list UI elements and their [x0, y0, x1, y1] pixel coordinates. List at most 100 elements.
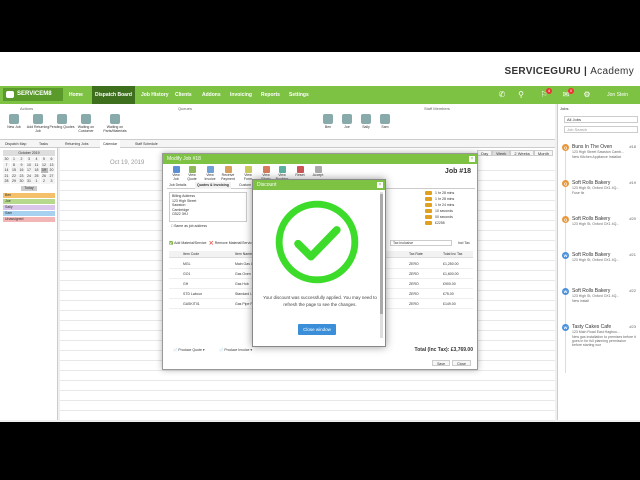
modal-tool-reset[interactable]: Reset: [293, 166, 307, 177]
dialog-close-icon[interactable]: ×: [377, 182, 383, 188]
tab-quotes-invoicing[interactable]: Quotes & Invoicing: [195, 182, 231, 189]
staff-legend-item[interactable]: Joe: [3, 199, 55, 204]
chat-icon[interactable]: ✉ 0: [561, 88, 574, 100]
staff-legend-item[interactable]: Unassigned: [3, 217, 55, 222]
calendar-day[interactable]: 5: [40, 157, 48, 162]
billing-address[interactable]: Billing Address 123 High Street Sawston …: [169, 192, 247, 222]
tab-job-details[interactable]: Job Details: [167, 182, 188, 189]
job-list-item[interactable]: W Soft Rolls Bakery #21 123 High St, Oxford…: [562, 252, 638, 282]
calendar-day[interactable]: 3: [48, 179, 55, 184]
calendar-day[interactable]: 15: [10, 168, 18, 173]
close-button[interactable]: Close: [452, 360, 471, 366]
calendar-day[interactable]: 13: [48, 162, 55, 168]
calendar-day[interactable]: 28: [3, 179, 10, 184]
view-month-button[interactable]: Month: [533, 150, 553, 156]
calendar-day[interactable]: 6: [48, 157, 55, 162]
job-list-item[interactable]: Q Soft Rolls Bakery #20 123 High St, Oxford…: [562, 216, 638, 246]
staff-legend-item[interactable]: Ben: [3, 193, 55, 198]
staff-sam[interactable]: Sam: [371, 114, 399, 129]
tab-returning-jobs[interactable]: Returning Jobs: [62, 140, 92, 148]
calendar-day[interactable]: 23: [18, 173, 25, 179]
job-list-item[interactable]: Q Soft Rolls Bakery #19 123 High St, Oxford…: [562, 180, 638, 210]
user-name[interactable]: Jon Stein: [607, 86, 628, 104]
calendar-day[interactable]: 8: [10, 162, 18, 168]
nav-item-settings[interactable]: Settings: [286, 86, 312, 104]
calendar-day[interactable]: 18: [33, 168, 40, 173]
close-window-button[interactable]: Close window: [298, 324, 336, 335]
tab-staff-schedule[interactable]: Staff Schedule: [132, 140, 161, 148]
nav-item-reports[interactable]: Reports: [258, 86, 283, 104]
job-list-item[interactable]: W Soft Rolls Bakery #22 123 High St, Oxford…: [562, 288, 638, 318]
calendar-day[interactable]: 30: [3, 157, 10, 162]
tax-select[interactable]: Tax Inclusive: [390, 240, 452, 246]
app-logo[interactable]: SERVICEM8: [3, 88, 63, 101]
phone-icon[interactable]: ✆: [497, 90, 507, 100]
job-search-input[interactable]: Job Search: [564, 126, 638, 133]
staff-legend-item[interactable]: Sam: [3, 211, 55, 216]
nav-item-clients[interactable]: Clients: [172, 86, 195, 104]
modal-tool-view-quote[interactable]: View Quote: [185, 166, 199, 181]
staff-legend-item[interactable]: Sally: [3, 205, 55, 210]
scroll-thumb[interactable]: [380, 194, 383, 314]
calendar-day[interactable]: 4: [33, 157, 40, 162]
calendar-day[interactable]: 10: [25, 162, 33, 168]
folder-icon: [81, 114, 91, 124]
gear-icon[interactable]: ⚙: [582, 90, 592, 100]
add-material-button[interactable]: ✅ Add Material/Service: [169, 241, 206, 245]
calendar-day[interactable]: 24: [25, 173, 33, 179]
modal-tool-view-invoice[interactable]: View Invoice: [203, 166, 217, 181]
job-list-item[interactable]: Q Buns In The Oven #18 123 High Street Saws…: [562, 144, 638, 174]
calendar-day[interactable]: 31: [25, 179, 33, 184]
calendar-day[interactable]: 11: [33, 162, 40, 168]
view-2weeks-button[interactable]: 2 Weeks: [510, 150, 534, 156]
produce-invoice-button[interactable]: 📄 Produce Invoice ▾: [219, 348, 252, 352]
calendar-day[interactable]: 20: [48, 168, 55, 173]
remove-material-button[interactable]: ❌ Remove Material/Service: [209, 241, 253, 245]
calendar-day[interactable]: 30: [18, 179, 25, 184]
modal-tool-view-job[interactable]: View Job: [169, 166, 183, 181]
modal-tool-receive-payment[interactable]: Receive Payment: [221, 166, 235, 181]
job-list-item[interactable]: W Tasty Cakes Cafe #23 123 Main Road East H…: [562, 324, 638, 354]
nav-item-dispatch-board[interactable]: Dispatch Board: [92, 86, 135, 104]
nav-item-home[interactable]: Home: [66, 86, 86, 104]
today-button[interactable]: Today: [21, 186, 37, 191]
modal-close-icon[interactable]: ×: [469, 156, 475, 162]
calendar-day[interactable]: 2: [40, 179, 48, 184]
calendar-day[interactable]: 14: [3, 168, 10, 173]
calendar-day[interactable]: 25: [33, 173, 40, 179]
produce-quote-button[interactable]: 📄 Produce Quote ▾: [173, 348, 205, 352]
calendar-day[interactable]: 29: [10, 179, 18, 184]
calendar-day[interactable]: 17: [25, 168, 33, 173]
nav-item-invoicing[interactable]: Invoicing: [227, 86, 255, 104]
bell-icon[interactable]: ⚐ 4: [539, 88, 552, 100]
calendar-day[interactable]: 1: [33, 179, 40, 184]
calendar-day[interactable]: 22: [10, 173, 18, 179]
jobs-filter-select[interactable]: All Jobs: [564, 116, 638, 123]
tab-calendar[interactable]: Calendar: [100, 140, 121, 148]
calendar-day[interactable]: 26: [40, 173, 48, 179]
calendar-day[interactable]: 9: [18, 162, 25, 168]
waiting-parts-button[interactable]: Waiting on Parts/Materials: [98, 114, 132, 133]
view-day-button[interactable]: Day: [477, 150, 493, 156]
dialog-scrollbar[interactable]: [380, 192, 383, 338]
calendar-day[interactable]: 3: [25, 157, 33, 162]
calendar-day[interactable]: 19: [40, 168, 48, 173]
calendar-month[interactable]: October 2019: [3, 150, 55, 156]
calendar-day[interactable]: 21: [3, 173, 10, 179]
same-as-checkbox[interactable]: □ Same as job address: [171, 224, 207, 228]
calendar-day[interactable]: 2: [18, 157, 25, 162]
view-week-button[interactable]: Week: [492, 150, 511, 156]
nav-item-addons[interactable]: Addons: [199, 86, 224, 104]
tab-dispatch-map[interactable]: Dispatch Map: [2, 140, 29, 148]
tab-tasks[interactable]: Tasks: [36, 140, 51, 148]
calendar-day[interactable]: 16: [18, 168, 25, 173]
modal-tool-accept[interactable]: Accept: [311, 166, 325, 177]
nav-item-job-history[interactable]: Job History: [138, 86, 172, 104]
calendar-day[interactable]: 27: [48, 173, 55, 179]
calendar-day[interactable]: 7: [3, 162, 10, 168]
waiting-customer-button[interactable]: Waiting on Customer: [72, 114, 100, 133]
calendar-day[interactable]: 12: [40, 162, 48, 168]
search-icon[interactable]: ⚲: [516, 90, 526, 100]
calendar-day[interactable]: 1: [10, 157, 18, 162]
save-button[interactable]: Save: [432, 360, 451, 366]
